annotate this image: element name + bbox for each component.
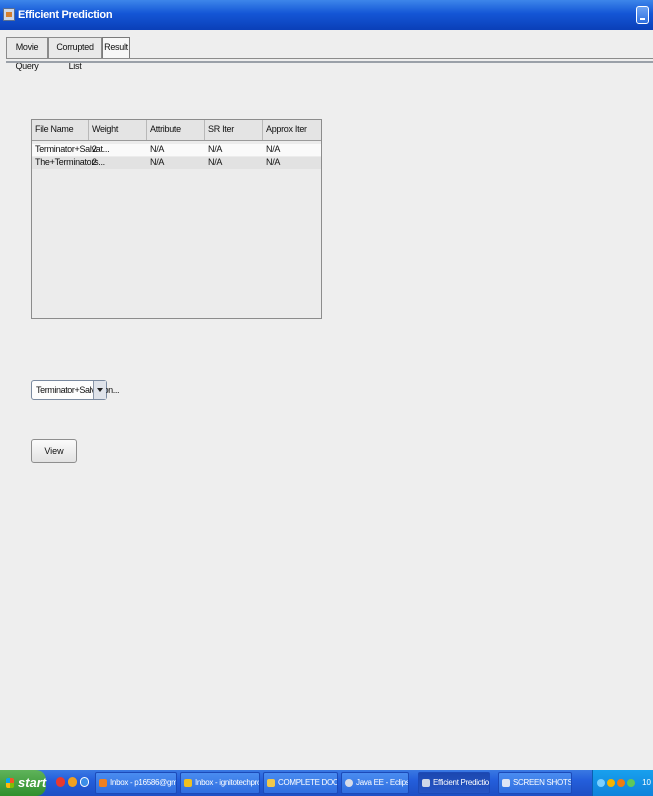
cell-weight: 2 — [92, 157, 97, 167]
table-header: File Name Weight Attribute SR Iter Appro… — [32, 120, 321, 141]
cell-file-name: Terminator+Salvat... — [35, 144, 110, 154]
file-select[interactable]: Terminator+Salvation... — [31, 380, 120, 400]
col-attribute[interactable]: Attribute — [150, 124, 181, 134]
title-bar: Efficient Prediction — [0, 0, 653, 30]
folder-icon — [267, 779, 275, 787]
taskbar: start Inbox - p16586@gm... Inbox - ignit… — [0, 770, 653, 796]
table-row[interactable]: The+Terminators... 2 N/A N/A N/A — [32, 157, 321, 169]
taskbar-button[interactable]: COMPLETE DOCUME... — [263, 772, 338, 794]
cell-attribute: N/A — [150, 144, 165, 154]
window-title: Efficient Prediction — [18, 9, 113, 21]
taskbar-button[interactable]: Inbox - p16586@gm... — [95, 772, 177, 794]
java-app-icon — [3, 8, 15, 21]
cell-approx-iter: N/A — [266, 157, 281, 167]
cell-attribute: N/A — [150, 157, 165, 167]
col-weight[interactable]: Weight — [92, 124, 118, 134]
col-approx-iter[interactable]: Approx Iter — [266, 124, 307, 134]
col-file-name[interactable]: File Name — [35, 124, 74, 134]
file-select-value: Terminator+Salvation... — [36, 385, 120, 395]
taskbar-button-active[interactable]: Efficient Prediction — [418, 772, 490, 794]
tab-corrupted-list[interactable]: Corrupted List — [48, 37, 102, 71]
column-separator — [88, 120, 89, 140]
mail-icon — [99, 779, 107, 787]
chevron-down-icon[interactable] — [93, 381, 106, 399]
ie-icon[interactable] — [80, 777, 89, 787]
minimize-button[interactable] — [636, 6, 649, 24]
taskbar-button-label: Inbox - p16586@gm... — [110, 778, 177, 787]
column-separator — [262, 120, 263, 140]
taskbar-button[interactable]: SCREEN SHOTS - Micr... — [498, 772, 572, 794]
taskbar-button-label: Efficient Prediction — [433, 778, 490, 787]
taskbar-button[interactable]: Inbox - ignitotechpro... — [180, 772, 260, 794]
chrome-icon — [184, 779, 192, 787]
tab-divider-shadow — [6, 61, 653, 63]
tab-result[interactable]: Result — [102, 37, 130, 58]
taskbar-button[interactable]: Java EE - Eclipse — [341, 772, 409, 794]
network-icon[interactable] — [597, 779, 605, 787]
column-separator — [204, 120, 205, 140]
start-label: start — [18, 775, 47, 790]
cell-weight: 2 — [92, 144, 97, 154]
taskbar-button-label: SCREEN SHOTS - Micr... — [513, 778, 572, 787]
tab-movie-query[interactable]: Movie Query — [6, 37, 48, 71]
volume-icon[interactable] — [607, 779, 615, 787]
firefox-icon[interactable] — [68, 777, 77, 787]
cell-sr-iter: N/A — [208, 157, 223, 167]
eclipse-icon — [345, 779, 353, 787]
col-sr-iter[interactable]: SR Iter — [208, 124, 234, 134]
system-tray: 10 — [592, 770, 653, 796]
start-button[interactable]: start — [0, 770, 46, 796]
table-row[interactable]: Terminator+Salvat... 2 N/A N/A N/A — [32, 144, 321, 156]
windows-logo-icon — [6, 778, 14, 788]
cell-sr-iter: N/A — [208, 144, 223, 154]
taskbar-button-label: Inbox - ignitotechpro... — [195, 778, 260, 787]
java-icon — [422, 779, 430, 787]
antivirus-icon[interactable] — [617, 779, 625, 787]
word-icon — [502, 779, 510, 787]
column-separator — [146, 120, 147, 140]
tab-divider — [6, 58, 653, 59]
view-button[interactable]: View — [31, 439, 77, 463]
taskbar-button-label: Java EE - Eclipse — [356, 778, 409, 787]
opera-icon[interactable] — [56, 777, 65, 787]
result-table[interactable]: File Name Weight Attribute SR Iter Appro… — [31, 119, 322, 319]
taskbar-button-label: COMPLETE DOCUME... — [278, 778, 338, 787]
clock[interactable]: 10 — [642, 778, 651, 787]
update-icon[interactable] — [627, 779, 635, 787]
cell-approx-iter: N/A — [266, 144, 281, 154]
